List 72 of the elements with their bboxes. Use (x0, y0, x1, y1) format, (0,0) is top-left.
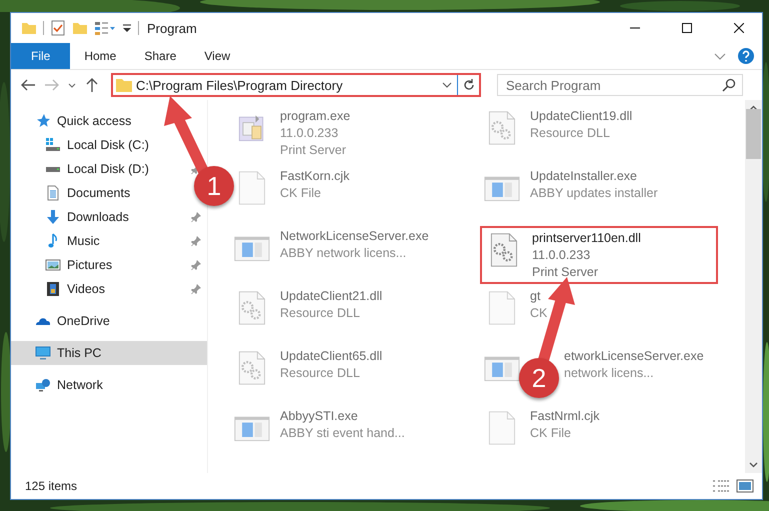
item-count: 125 items (25, 479, 78, 493)
file-detail: CK (530, 305, 548, 322)
sidebar-item[interactable]: Quick access (11, 109, 136, 133)
file-name[interactable]: FastKorn.cjk (280, 168, 350, 185)
file-name[interactable]: NetworkLicenseServer.exe (280, 228, 429, 245)
file-name[interactable]: UpdateClient65.dll (280, 348, 382, 365)
sidebar-item[interactable]: Documents (11, 181, 134, 205)
sidebar-item[interactable]: Videos (11, 277, 109, 301)
large-icons-view-button[interactable] (736, 478, 754, 494)
document-icon (45, 185, 61, 201)
sidebar-item[interactable]: Local Disk (C:) (11, 133, 153, 157)
properties-icon[interactable] (94, 20, 116, 36)
drive-icon (45, 166, 61, 172)
pin-icon[interactable] (191, 284, 201, 294)
file-name[interactable]: AbbyySTI.exe (280, 408, 405, 425)
file-detail: Resource DLL (280, 305, 361, 322)
file-detail: Resource DLL (280, 365, 361, 382)
file-name[interactable]: UpdateInstaller.exe (530, 168, 658, 185)
file-detail: Print Server (280, 142, 347, 159)
file-detail: 11.0.0.233 (532, 247, 592, 264)
search-icon (722, 78, 736, 92)
computer-icon (35, 345, 51, 361)
sidebar-item[interactable]: Downloads (11, 205, 133, 229)
sidebar-item[interactable]: Pictures (11, 253, 116, 277)
window-title: Program (147, 20, 198, 36)
folder-icon (116, 78, 132, 92)
sidebar-item[interactable]: OneDrive (11, 309, 114, 333)
file-detail: Print Server (532, 264, 599, 281)
file-detail: CK File (280, 185, 322, 202)
scroll-thumb[interactable] (746, 109, 761, 159)
file-detail: CK File (530, 425, 572, 442)
search-field[interactable]: Search Program (498, 76, 722, 94)
scroll-down-icon[interactable] (749, 460, 758, 469)
network-icon (35, 377, 51, 393)
file-detail: ABBY updates installer (530, 185, 658, 202)
file-detail: network licens... (564, 365, 655, 382)
ribbon-tab[interactable]: Share (130, 43, 190, 69)
file-name[interactable]: etworkLicenseServer.exe (564, 348, 704, 365)
file-menu-button[interactable]: File (11, 43, 70, 69)
sidebar-item[interactable]: Network (11, 373, 107, 397)
file-name[interactable]: gt (530, 288, 548, 305)
pin-icon[interactable] (191, 260, 201, 270)
address-bar[interactable]: C:\Program Files\Program Directory (111, 73, 481, 97)
maximize-icon (682, 23, 692, 33)
checkmark-document-icon[interactable] (50, 20, 66, 36)
film-icon (45, 281, 61, 297)
file-detail: 11.0.0.233 (280, 125, 340, 142)
help-icon[interactable] (738, 48, 754, 64)
close-icon (734, 23, 744, 33)
file-name[interactable]: UpdateClient21.dll (280, 288, 382, 305)
download-arrow-icon (45, 209, 61, 225)
file-detail: Resource DLL (530, 125, 611, 142)
picture-icon (45, 257, 61, 273)
refresh-icon (462, 78, 476, 92)
pin-icon[interactable] (191, 212, 201, 222)
details-view-button[interactable] (712, 478, 730, 494)
sidebar-item[interactable]: Local Disk (D:) (11, 157, 153, 181)
star-icon (35, 113, 51, 129)
sidebar-item[interactable]: This PC (11, 341, 207, 365)
drive-icon (45, 137, 61, 153)
file-detail: ABBY network licens... (280, 245, 408, 262)
file-name[interactable]: FastNrml.cjk (530, 408, 600, 425)
file-name[interactable]: printserver110en.dll (532, 230, 641, 247)
ribbon-tab[interactable]: View (190, 43, 244, 69)
search-box[interactable]: Search Program (497, 74, 743, 96)
ribbon-tab[interactable]: Home (70, 43, 130, 69)
file-detail: ABBY sti event hand... (280, 425, 405, 442)
pin-icon[interactable] (191, 236, 201, 246)
file-name[interactable]: UpdateClient19.dll (530, 108, 632, 125)
scrollbar[interactable] (745, 100, 762, 473)
sidebar-item[interactable]: Music (11, 229, 104, 253)
file-name[interactable]: program.exe (280, 108, 350, 125)
